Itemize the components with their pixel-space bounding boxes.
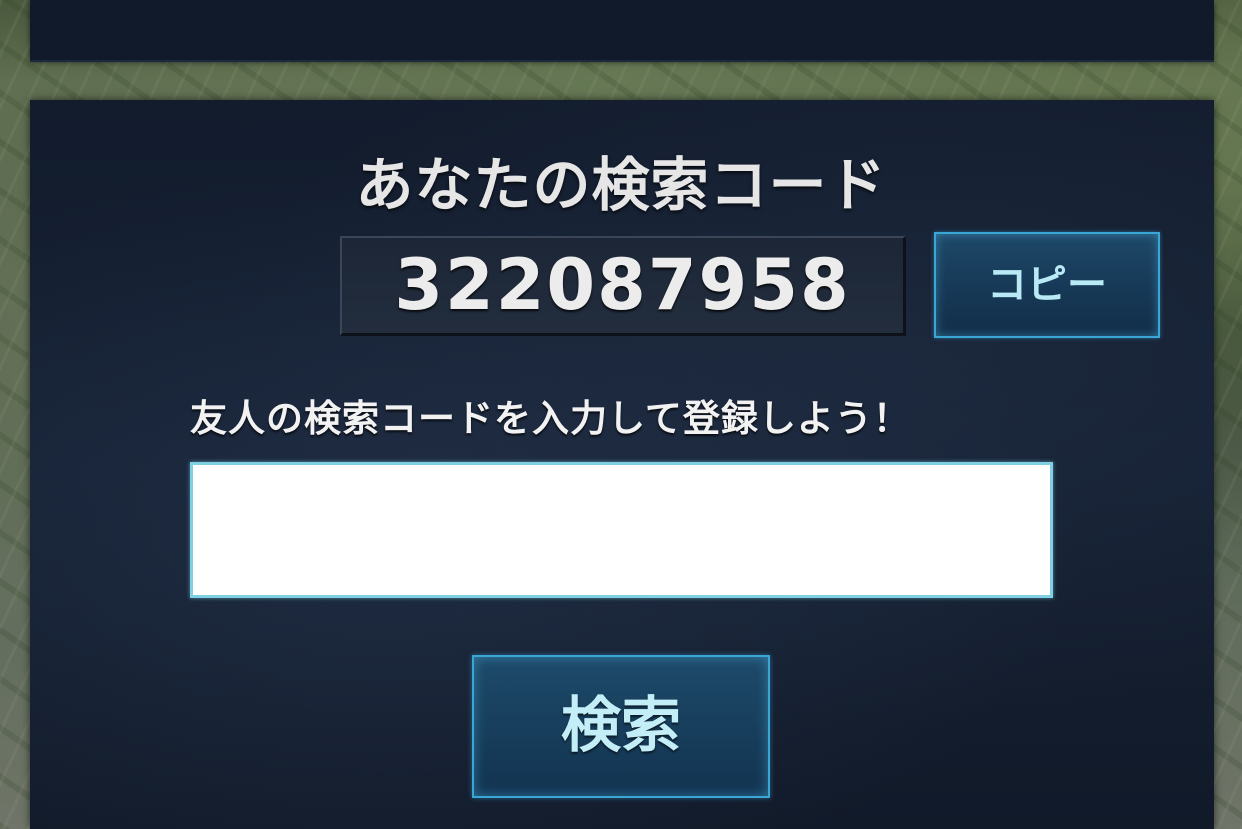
- friend-code-input[interactable]: [190, 462, 1053, 598]
- copy-button[interactable]: コピー: [934, 232, 1160, 338]
- my-search-code: 322087958: [340, 236, 906, 336]
- friend-code-prompt: 友人の検索コードを入力して登録しよう！: [190, 397, 911, 440]
- panel-title: あなたの検索コード: [355, 151, 887, 219]
- search-button[interactable]: 検索: [472, 655, 770, 798]
- top-panel: [30, 0, 1214, 62]
